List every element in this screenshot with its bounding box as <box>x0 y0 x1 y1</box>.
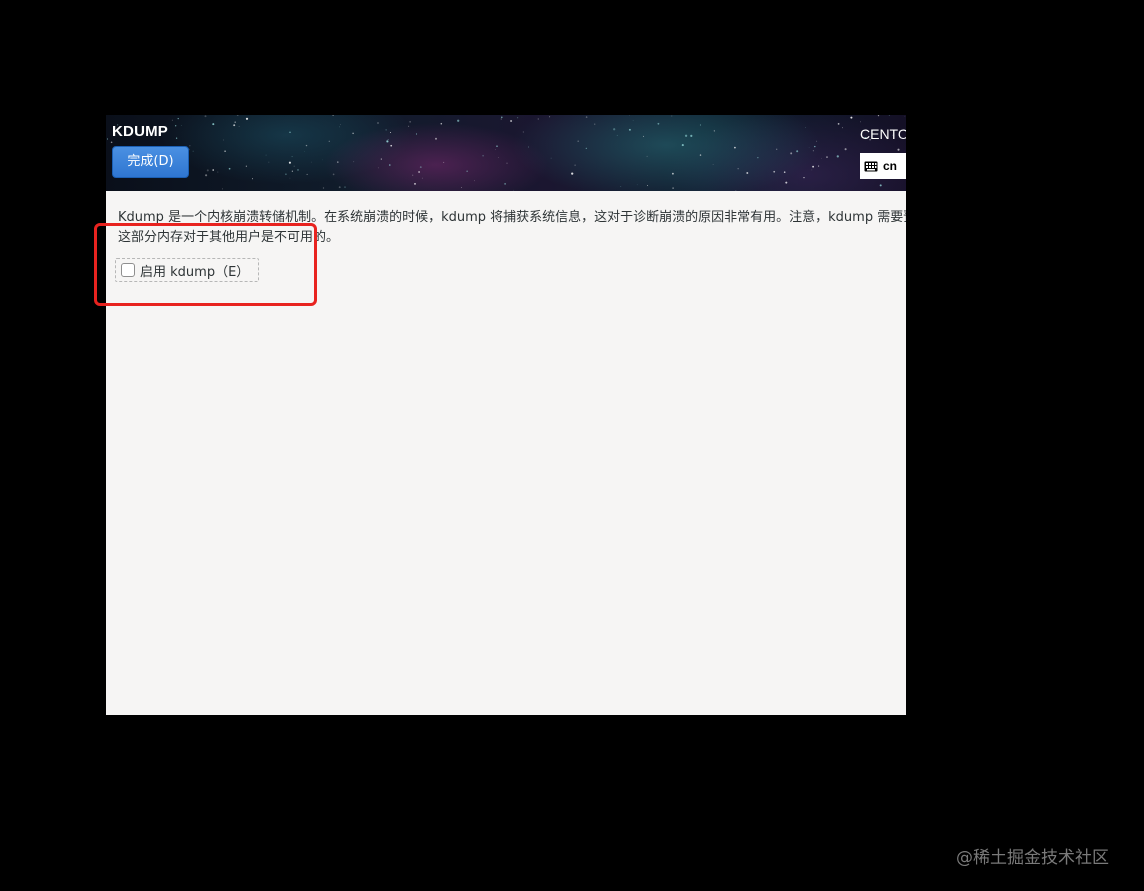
page-title: KDUMP <box>112 123 168 140</box>
keyboard-icon <box>864 161 878 171</box>
product-name: CENTO <box>860 126 906 142</box>
annotation-highlight-box <box>94 223 317 306</box>
starfield-background <box>106 115 906 191</box>
keyboard-layout-label: cn <box>883 159 898 173</box>
header-bar: KDUMP 完成(D) CENTO cn <box>106 115 906 191</box>
watermark-text: @稀土掘金技术社区 <box>956 848 1109 868</box>
done-button[interactable]: 完成(D) <box>112 146 189 178</box>
keyboard-layout-indicator[interactable]: cn <box>860 153 906 179</box>
kdump-window: KDUMP 完成(D) CENTO cn Kdump 是一个内核崩溃转储机制。在… <box>106 115 906 715</box>
